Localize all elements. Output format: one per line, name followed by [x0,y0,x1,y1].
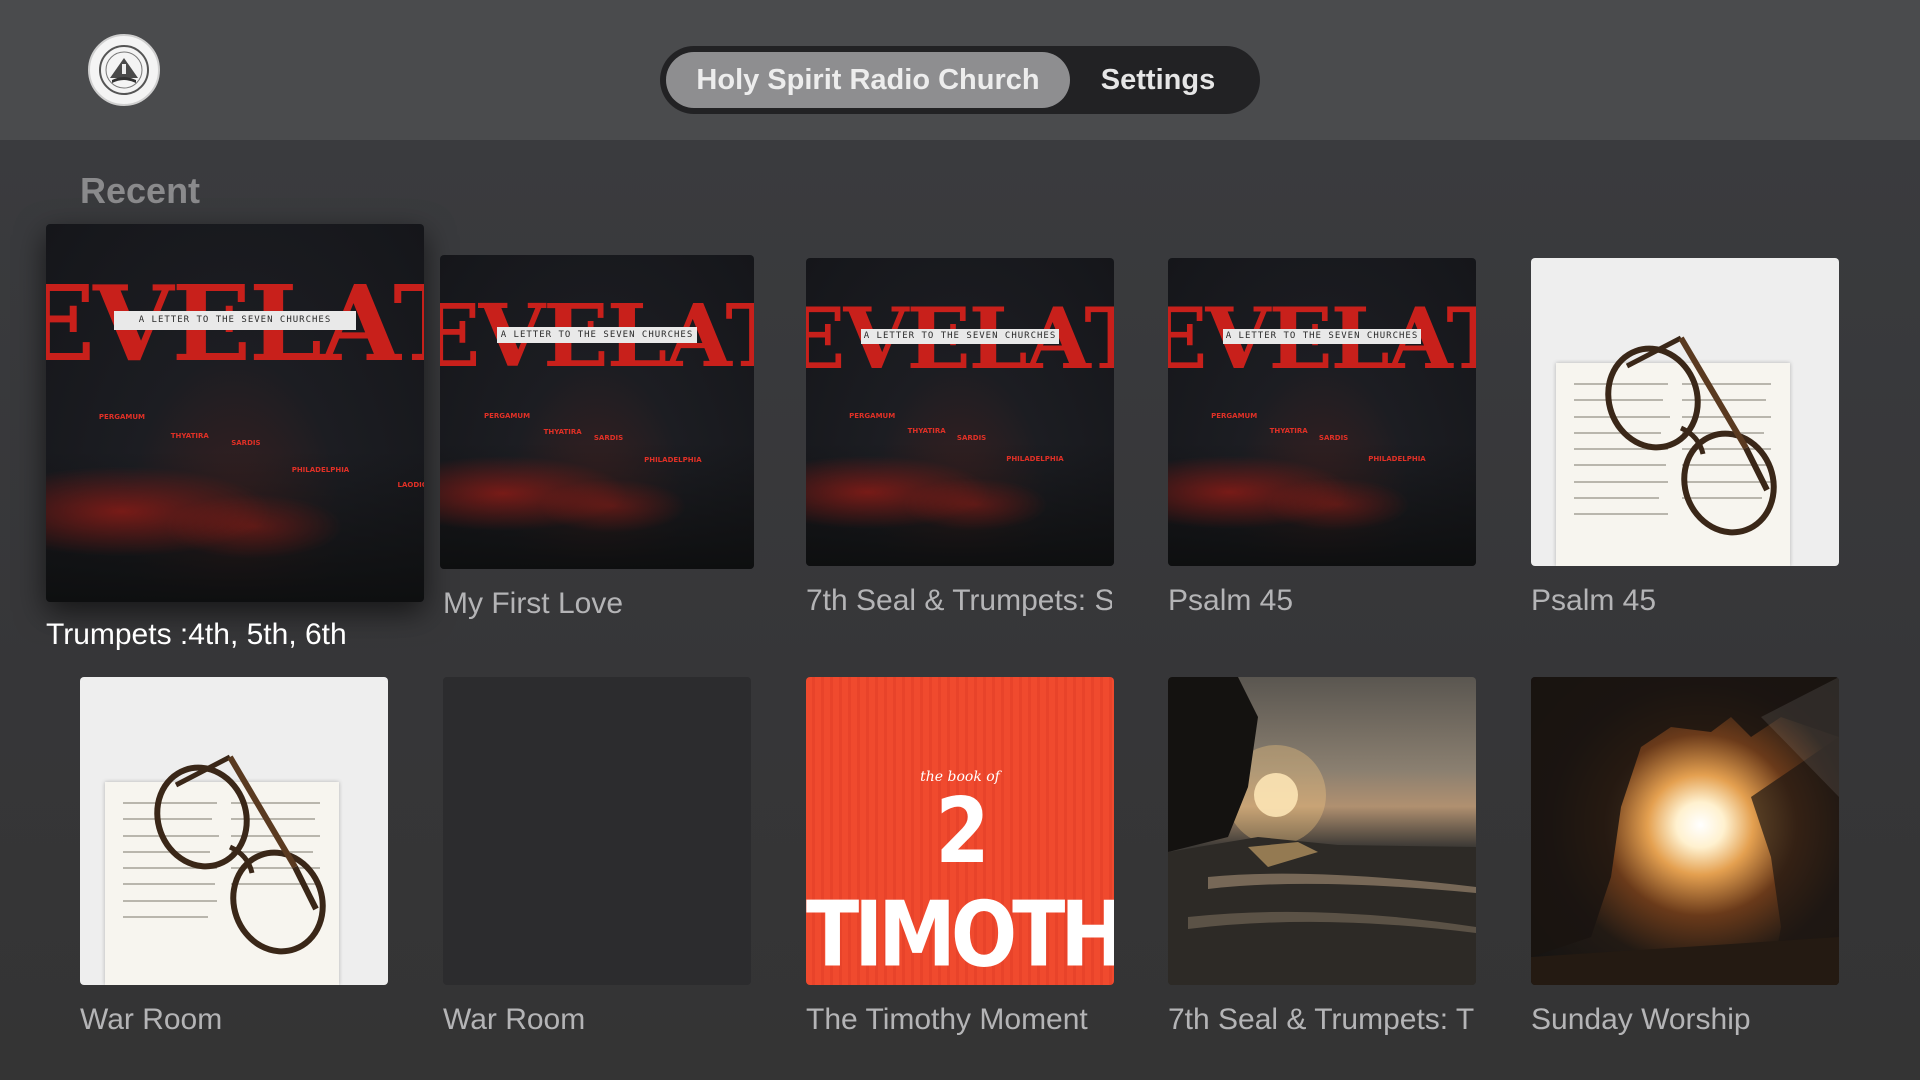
media-card[interactable]: EVELATIC A LETTER TO THE SEVEN CHURCHES … [440,255,754,625]
media-card[interactable]: EVELATIC A LETTER TO THE SEVEN CHURCHES … [1168,258,1478,622]
artwork-label: SARDIS [1318,433,1349,442]
artwork-label: SARDIS [593,433,624,442]
media-title: War Room [443,1003,586,1036]
media-card[interactable]: EVELATIC A LETTER TO THE SEVEN CHURCHES … [46,224,424,656]
artwork-big-text: 2 TIMOTHY [806,780,1114,985]
media-card[interactable]: War Room [80,677,390,1041]
artwork-label: PERGAMUM [483,412,531,420]
artwork-label: SARDIS [956,433,987,442]
media-card[interactable]: 7th Seal & Trumpets: T [1168,677,1478,1041]
artwork-glow [806,442,1114,566]
artwork-label: PHILADELPHIA [291,465,350,474]
media-title: Psalm 45 [1531,584,1657,617]
tomb-scene-image [1531,677,1839,985]
artwork-label: PHILADELPHIA [644,455,702,464]
media-title: Sunday Worship [1531,1003,1751,1036]
artwork-glow [46,450,424,602]
artwork-label: THYATIRA [1269,427,1308,436]
artwork-glow [1168,442,1476,566]
tab-bar: Holy Spirit Radio Church Settings [660,46,1260,114]
artwork-label: THYATIRA [907,427,946,436]
media-card[interactable]: Psalm 45 [1531,258,1841,622]
media-title: The Timothy Moment [806,1003,1088,1036]
artwork-bible-glasses [1531,258,1839,566]
artwork-label: PHILADELPHIA [1006,455,1064,464]
artwork-banner: A LETTER TO THE SEVEN CHURCHES [861,328,1059,345]
media-card[interactable]: Sunday Worship [1531,677,1841,1041]
media-title: My First Love [443,587,624,620]
tab-settings[interactable]: Settings [1064,52,1252,108]
artwork-label: THYATIRA [543,427,582,436]
media-title: 7th Seal & Trumpets: S [806,584,1112,617]
artwork-revelation: EVELATIC A LETTER TO THE SEVEN CHURCHES … [440,255,754,569]
artwork-label: LAODIC [397,481,424,490]
artwork-label: SARDIS [231,439,261,448]
section-title-recent: Recent [80,170,201,211]
artwork-sunset-shore [1168,677,1476,985]
artwork-empty-tomb [1531,677,1839,985]
artwork-revelation: EVELATIC A LETTER TO THE SEVEN CHURCHES … [46,224,424,602]
top-bar: Holy Spirit Radio Church Settings [0,0,1920,140]
artwork-empty [443,677,751,985]
artwork-banner: A LETTER TO THE SEVEN CHURCHES [496,327,698,343]
artwork-label: THYATIRA [170,431,209,440]
media-card[interactable]: War Room [443,677,753,1041]
artwork-glow [440,443,754,569]
sunset-scene-image [1168,677,1476,985]
artwork-revelation: EVELATIC A LETTER TO THE SEVEN CHURCHES … [1168,258,1476,566]
artwork-banner: A LETTER TO THE SEVEN CHURCHES [1223,328,1421,345]
media-title: 7th Seal & Trumpets: T [1168,1003,1474,1036]
media-card[interactable]: EVELATIC A LETTER TO THE SEVEN CHURCHES … [806,258,1116,622]
artwork-label: PERGAMUM [849,412,896,420]
media-title: Trumpets :4th, 5th, 6th [46,618,347,651]
artwork-2-timothy: the book of 2 TIMOTHY [806,677,1114,985]
artwork-label: PHILADELPHIA [1368,455,1426,464]
artwork-banner: A LETTER TO THE SEVEN CHURCHES [114,310,356,330]
artwork-revelation: EVELATIC A LETTER TO THE SEVEN CHURCHES … [806,258,1114,566]
church-logo-icon[interactable] [88,34,160,106]
media-card[interactable]: the book of 2 TIMOTHY The Timothy Moment [806,677,1116,1041]
glasses-icon [1605,335,1777,536]
media-title: War Room [80,1003,223,1036]
artwork-label: PERGAMUM [98,413,145,421]
glasses-icon [154,754,326,955]
media-title: Psalm 45 [1168,584,1294,617]
artwork-bible-glasses [80,677,388,985]
tab-holy-spirit-radio-church[interactable]: Holy Spirit Radio Church [666,52,1070,108]
artwork-label: PERGAMUM [1211,412,1258,420]
